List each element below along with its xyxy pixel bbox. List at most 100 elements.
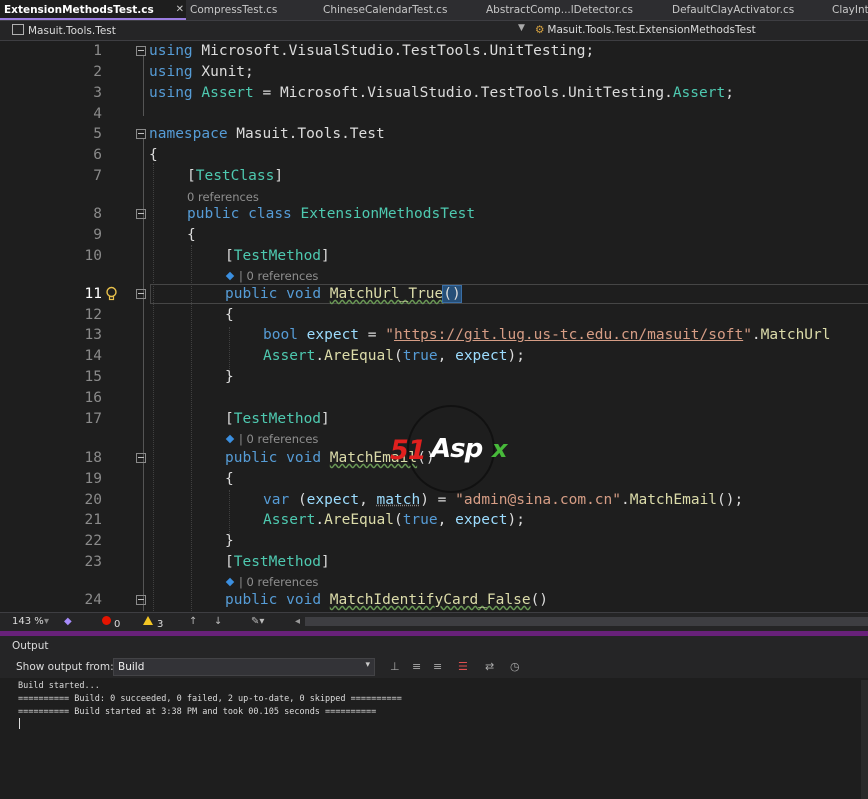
collapse-icon[interactable] (136, 453, 146, 463)
code-editor[interactable]: 1 using Microsoft.VisualStudio.TestTools… (0, 41, 868, 611)
code-line: 7 [TestClass] (0, 166, 868, 186)
line-number: 24 (84, 592, 102, 608)
codelens-references[interactable]: | 0 references (225, 431, 318, 447)
line-number: 5 (93, 126, 102, 142)
code-line: 13 bool expect = "https://git.lug.us-tc.… (0, 325, 868, 345)
line-number: 2 (93, 64, 102, 80)
brush-icon[interactable]: ✎▾ (251, 616, 264, 627)
code-line: 4 (0, 104, 868, 124)
horizontal-scrollbar[interactable] (305, 617, 868, 626)
errors-indicator[interactable]: 0 (102, 616, 120, 630)
code-text: public class ExtensionMethodsTest (187, 206, 476, 222)
tab-chinese-calendar-test[interactable]: ChineseCalendarTest.cs (319, 0, 481, 20)
prev-message-icon[interactable]: ≡ (412, 660, 421, 673)
project-label: Masuit.Tools.Test (28, 25, 116, 37)
line-number: 22 (84, 533, 102, 549)
code-line: 24 public void MatchIdentifyCard_False() (0, 590, 868, 610)
code-line: 16 (0, 388, 868, 408)
code-line: 15 } (0, 367, 868, 387)
tab-extension-methods-test[interactable]: ExtensionMethodsTest.cs ✕ (0, 0, 186, 20)
code-text: { (149, 147, 158, 163)
code-text: using Xunit; (149, 64, 254, 80)
line-number: 20 (84, 492, 102, 508)
code-text: namespace Masuit.Tools.Test (149, 126, 385, 142)
tab-default-clay-activator[interactable]: DefaultClayActivator.cs (668, 0, 827, 20)
code-text: { (225, 471, 234, 487)
arrow-down-icon[interactable]: ↓ (214, 616, 222, 627)
collapse-icon[interactable] (136, 595, 146, 605)
code-line: 8 public class ExtensionMethodsTest (0, 204, 868, 224)
code-line: 3 using Assert = Microsoft.VisualStudio.… (0, 83, 868, 103)
class-icon: ⚙ (535, 24, 545, 36)
line-number: 4 (93, 106, 102, 122)
test-status-icon (225, 577, 235, 587)
line-number: 17 (84, 411, 102, 427)
codelens-references[interactable]: | 0 references (225, 574, 318, 590)
line-number: 21 (84, 512, 102, 528)
zoom-level[interactable]: 143 % (12, 616, 44, 627)
line-number: 1 (93, 43, 102, 59)
tab-label: DefaultClayActivator.cs (672, 4, 795, 16)
chevron-down-icon[interactable]: ▼ (518, 23, 525, 33)
error-icon (102, 616, 111, 625)
code-text: { (225, 307, 234, 323)
codelens-references[interactable]: | 0 references (225, 268, 318, 284)
line-number: 8 (93, 206, 102, 222)
code-text: } (225, 533, 234, 549)
code-text: public void MatchIdentifyCard_False() (225, 592, 549, 608)
word-wrap-icon[interactable]: ⇄ (485, 660, 494, 673)
code-text: [TestClass] (187, 168, 284, 184)
collapse-icon[interactable] (136, 129, 146, 139)
code-line: 23 [TestMethod] (0, 552, 868, 572)
output-title-bar: Output (0, 636, 868, 656)
line-number: 11 (84, 286, 102, 302)
codelens-references[interactable]: 0 references (187, 189, 259, 205)
output-source-value: Build (118, 661, 145, 673)
code-line: 14 Assert.AreEqual(true, expect); (0, 346, 868, 366)
warning-icon (143, 616, 153, 625)
code-text: Assert.AreEqual(true, expect); (263, 512, 525, 528)
lightbulb-icon[interactable] (104, 286, 119, 301)
line-number: 6 (93, 147, 102, 163)
code-line: 18 public void MatchEmail() (0, 448, 868, 468)
next-message-icon[interactable]: ≡ (433, 660, 442, 673)
navigation-bar: Masuit.Tools.Test ▼ ⚙ Masuit.Tools.Test.E… (0, 21, 868, 41)
line-number: 13 (84, 327, 102, 343)
code-line: 21 Assert.AreEqual(true, expect); (0, 510, 868, 530)
scroll-left-icon[interactable]: ◂ (295, 616, 300, 627)
line-number: 18 (84, 450, 102, 466)
tab-abstract-comp-detector[interactable]: AbstractComp...lDetector.cs (482, 0, 666, 20)
code-text: public void MatchUrl_True() (225, 285, 462, 303)
collapse-icon[interactable] (136, 289, 146, 299)
find-message-icon[interactable]: ⊥ (390, 660, 400, 673)
member-label: Masuit.Tools.Test.ExtensionMethodsTest (547, 24, 756, 36)
collapse-icon[interactable] (136, 46, 146, 56)
code-text: [TestMethod] (225, 554, 330, 570)
output-source-select[interactable]: Build ▾ (113, 658, 375, 676)
code-line: 5 namespace Masuit.Tools.Test (0, 124, 868, 144)
tab-label: ChineseCalendarTest.cs (323, 4, 448, 16)
arrow-up-icon[interactable]: ↑ (189, 616, 197, 627)
clear-all-icon[interactable]: ☰ (458, 660, 468, 673)
warnings-indicator[interactable]: 3 (143, 616, 163, 630)
line-number: 15 (84, 369, 102, 385)
line-number: 9 (93, 227, 102, 243)
vertical-scrollbar[interactable] (861, 680, 868, 799)
chevron-down-icon: ▾ (365, 660, 370, 670)
tab-label: ClayInt (832, 4, 868, 16)
close-icon[interactable]: ✕ (176, 0, 184, 18)
clock-icon[interactable]: ◷ (510, 660, 520, 673)
line-number: 19 (84, 471, 102, 487)
document-tab-bar: ExtensionMethodsTest.cs ✕ CompressTest.c… (0, 0, 868, 21)
line-number: 23 (84, 554, 102, 570)
collapse-icon[interactable] (136, 209, 146, 219)
member-dropdown[interactable]: ⚙ Masuit.Tools.Test.ExtensionMethodsTest (535, 24, 756, 36)
zoom-dropdown-icon[interactable]: ▾ (44, 616, 49, 627)
copilot-icon[interactable]: ◆ (64, 616, 72, 627)
code-text: } (225, 369, 234, 385)
tab-label: AbstractComp...lDetector.cs (486, 4, 634, 16)
tab-clay-int[interactable]: ClayInt (828, 0, 868, 20)
code-line: 19 { (0, 469, 868, 489)
project-dropdown[interactable]: Masuit.Tools.Test (12, 24, 116, 37)
tab-compress-test[interactable]: CompressTest.cs (186, 0, 318, 20)
